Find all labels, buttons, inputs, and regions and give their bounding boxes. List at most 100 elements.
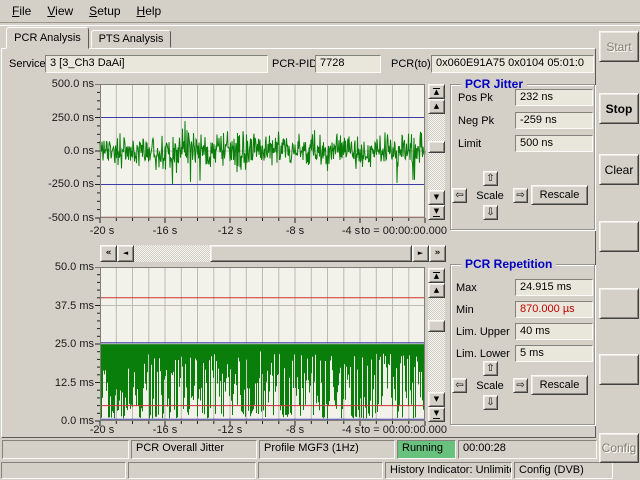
pcr-to-label: PCR(to) xyxy=(391,58,431,70)
start-button[interactable]: Start xyxy=(599,31,639,62)
horizontal-scroll-thumb[interactable] xyxy=(210,245,412,262)
jitter-xtick-12: -12 s xyxy=(218,225,242,237)
rep-scroll-bottom-button[interactable]: ▼ xyxy=(428,407,445,422)
status-cell-empty-1 xyxy=(2,440,129,459)
time-horizontal-scrollbar[interactable]: « ◄ ► » xyxy=(100,245,446,262)
jitter-scroll-top-button[interactable]: ▲ xyxy=(428,84,445,99)
status2-cell-empty-2 xyxy=(128,462,256,479)
jitter-ytick-250: 250.0 ns xyxy=(34,112,94,124)
rep-vertical-scrollbar[interactable]: ▲ ▲ ▼ ▼ xyxy=(428,268,445,422)
service-field[interactable]: 3 [3_Ch3 DaAi] xyxy=(45,55,268,73)
jitter-scale-up-button[interactable]: ⇧ xyxy=(483,171,498,186)
config-button[interactable]: Config xyxy=(599,433,639,463)
tab-pcr-analysis[interactable]: PCR Analysis xyxy=(6,27,89,49)
service-label: Service xyxy=(9,58,46,70)
jitter-scale-left-button[interactable]: ⇦ xyxy=(452,188,467,203)
lim-lower-label: Lim. Lower xyxy=(456,348,510,360)
jitter-x-end-label: to = 00:00:00.000 xyxy=(361,225,447,237)
rep-scale-up-button[interactable]: ⇧ xyxy=(483,361,498,376)
rep-scale-right-button[interactable]: ⇨ xyxy=(513,378,528,393)
menu-help[interactable]: Help xyxy=(129,1,170,21)
rep-ytick-50: 50.0 ms xyxy=(34,261,94,273)
rep-scale-down-button[interactable]: ⇩ xyxy=(483,395,498,410)
status2-cell-empty-1 xyxy=(1,462,126,479)
scale-up-icon: ⇧ xyxy=(486,173,494,184)
pcr-jitter-graph xyxy=(93,84,426,225)
rep-scroll-thumb[interactable] xyxy=(428,320,445,332)
rep-xtick-12: -12 s xyxy=(218,424,242,436)
arrow-down-icon: ▼ xyxy=(434,194,439,201)
scroll-right-button[interactable]: ► xyxy=(412,245,429,262)
rep-ytick-125: 12.5 ms xyxy=(34,377,94,389)
arrow-up-icon: ▲ xyxy=(434,103,439,110)
pos-pk-field: 232 ns xyxy=(515,89,593,106)
min-field: 870.000 µs xyxy=(515,301,593,318)
rep-rescale-button[interactable]: Rescale xyxy=(531,375,588,395)
arrow-right-icon: ► xyxy=(418,250,423,257)
jitter-rescale-button[interactable]: Rescale xyxy=(531,185,588,205)
status2-history-indicator: History Indicator: Unlimited xyxy=(385,462,512,479)
pos-pk-label: Pos Pk xyxy=(458,92,493,104)
scroll-far-left-button[interactable]: « xyxy=(100,245,117,262)
arrow-down-bar-icon: ▼ xyxy=(433,410,440,419)
blank-button-2[interactable] xyxy=(599,288,639,319)
jitter-scale-down-button[interactable]: ⇩ xyxy=(483,205,498,220)
menu-bar: File View Setup Help xyxy=(0,0,640,22)
menu-file[interactable]: File xyxy=(4,1,39,21)
lim-upper-label: Lim. Upper xyxy=(456,326,510,338)
rep-scroll-top-button[interactable]: ▲ xyxy=(428,268,445,283)
jitter-scale-right-button[interactable]: ⇨ xyxy=(513,188,528,203)
min-label: Min xyxy=(456,304,474,316)
tab-pts-analysis[interactable]: PTS Analysis xyxy=(91,30,171,48)
clear-button[interactable]: Clear xyxy=(599,154,639,185)
jitter-scroll-bottom-button[interactable]: ▼ xyxy=(428,205,445,220)
rep-xtick-16: -16 s xyxy=(153,424,177,436)
jitter-ytick-0: 0.0 ns xyxy=(34,145,94,157)
rep-ytick-25: 25.0 ms xyxy=(34,338,94,350)
application-window: File View Setup Help PCR Analysis PTS An… xyxy=(0,0,640,480)
rep-scale-label: Scale xyxy=(468,380,512,392)
jitter-scroll-thumb[interactable] xyxy=(428,141,445,153)
rep-scale-left-button[interactable]: ⇦ xyxy=(452,378,467,393)
jitter-xtick-4: -4 s xyxy=(342,225,360,237)
scroll-left-button[interactable]: ◄ xyxy=(117,245,134,262)
rep-x-end-label: to = 00:00:00.000 xyxy=(361,424,447,436)
max-field: 24.915 ms xyxy=(515,279,593,296)
rep-scroll-down-button[interactable]: ▼ xyxy=(428,392,445,407)
rep-scroll-up-button[interactable]: ▲ xyxy=(428,283,445,298)
status-elapsed-time: 00:00:28 xyxy=(458,440,597,459)
menu-separator xyxy=(0,22,640,26)
status-overall-jitter: PCR Overall Jitter xyxy=(131,440,257,459)
scale-right-icon: ⇨ xyxy=(516,190,524,201)
scale-down-icon: ⇩ xyxy=(486,397,494,408)
pcr-repetition-graph xyxy=(93,267,426,428)
rep-ytick-375: 37.5 ms xyxy=(34,300,94,312)
arrow-left-icon: ◄ xyxy=(123,250,128,257)
jitter-xtick-16: -16 s xyxy=(153,225,177,237)
scale-down-icon: ⇩ xyxy=(486,207,494,218)
rep-xtick-8: -8 s xyxy=(286,424,304,436)
jitter-scroll-down-button[interactable]: ▼ xyxy=(428,190,445,205)
jitter-vertical-scrollbar[interactable]: ▲ ▲ ▼ ▼ xyxy=(428,84,445,220)
menu-setup[interactable]: Setup xyxy=(81,1,128,21)
double-arrow-left-icon: « xyxy=(106,249,112,258)
scroll-far-right-button[interactable]: » xyxy=(429,245,446,262)
rep-xaxis-labels: -20 s -16 s -12 s -8 s -4 s to = 00:00:0… xyxy=(0,424,640,437)
arrow-up-bar-icon: ▲ xyxy=(433,87,440,96)
scale-up-icon: ⇧ xyxy=(486,363,494,374)
scale-right-icon: ⇨ xyxy=(516,380,524,391)
pcr-repetition-title: PCR Repetition xyxy=(461,257,556,271)
stop-button[interactable]: Stop xyxy=(599,93,639,124)
jitter-limit-field: 500 ns xyxy=(515,135,593,152)
pcr-pid-field: 7728 xyxy=(315,55,381,73)
jitter-scroll-up-button[interactable]: ▲ xyxy=(428,99,445,114)
pcr-to-field: 0x060E91A75 0x0104 05:01:0 xyxy=(431,55,594,73)
arrow-down-icon: ▼ xyxy=(434,396,439,403)
neg-pk-label: Neg Pk xyxy=(458,115,494,127)
double-arrow-right-icon: » xyxy=(435,249,441,258)
jitter-limit-label: Limit xyxy=(458,138,481,150)
menu-view[interactable]: View xyxy=(39,1,81,21)
blank-button-3[interactable] xyxy=(599,354,639,385)
rep-xtick-4: -4 s xyxy=(342,424,360,436)
arrow-up-bar-icon: ▲ xyxy=(433,271,440,280)
